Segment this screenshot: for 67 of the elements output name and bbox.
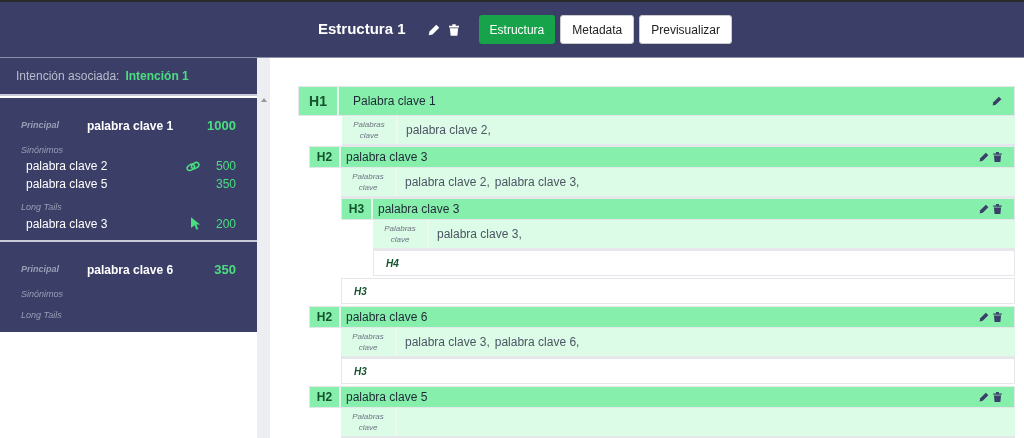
- keyword: palabra clave 3,: [405, 334, 490, 351]
- heading-level: H4: [386, 256, 399, 271]
- structure-title: Estructura 1: [318, 19, 406, 40]
- keywords-label: Palabras clave: [341, 408, 397, 436]
- heading-title: palabra clave 6: [345, 309, 429, 326]
- tab[interactable]: Metadata: [560, 15, 635, 44]
- section-label: Long Tails: [21, 201, 63, 214]
- empty-heading-slot[interactable]: H3: [341, 358, 1015, 384]
- trash-icon[interactable]: [448, 23, 459, 36]
- heading-row[interactable]: H1 Palabra clave 1: [298, 86, 1015, 116]
- heading-row[interactable]: H2 palabra clave 3: [309, 146, 1015, 168]
- heading-title: palabra clave 3: [377, 201, 461, 218]
- heading-title: Palabra clave 1: [352, 93, 437, 110]
- section-label: Sinónimos: [21, 287, 65, 301]
- keyword: palabra clave 2: [26, 158, 109, 175]
- section-label: Long Tails: [21, 309, 63, 322]
- heading-level: H1: [299, 87, 339, 115]
- heading-level: H3: [354, 364, 367, 379]
- keyword: palabra clave 3,: [437, 226, 522, 243]
- section-label: Sinónimos: [21, 143, 65, 157]
- heading-level: H3: [354, 284, 367, 299]
- keywords-label: Palabras clave: [341, 328, 397, 356]
- heading-row[interactable]: H2 palabra clave 5: [309, 386, 1015, 408]
- search-volume: 200: [214, 215, 236, 233]
- keyword: palabra clave 5: [26, 176, 109, 193]
- empty-heading-slot[interactable]: H3: [341, 278, 1015, 304]
- keyword: palabra clave 2,: [406, 122, 491, 139]
- edit-icon[interactable]: [979, 392, 989, 402]
- principal-label: Principal: [21, 263, 60, 276]
- heading-level: H3: [342, 199, 373, 219]
- principal-keyword: palabra clave 1: [87, 117, 175, 135]
- keyword: palabra clave 3,: [494, 174, 580, 191]
- keyword: palabra clave 3: [26, 215, 109, 233]
- keyword: palabra clave 2,: [405, 174, 490, 191]
- edit-icon[interactable]: [992, 96, 1002, 106]
- edit-icon[interactable]: [979, 152, 989, 162]
- keywords-label: Palabras clave: [373, 220, 429, 248]
- trash-icon[interactable]: [993, 312, 1002, 322]
- intent-value: Intención 1: [125, 68, 189, 85]
- trash-icon[interactable]: [993, 152, 1002, 162]
- keywords-label: Palabras clave: [342, 116, 398, 144]
- heading-row[interactable]: H2 palabra clave 6: [309, 306, 1015, 328]
- scrollbar[interactable]: [257, 58, 270, 438]
- keywords-label: Palabras clave: [341, 168, 397, 196]
- intent-label: Intención asociada:: [16, 68, 120, 85]
- principal-keyword: palabra clave 6: [87, 261, 175, 279]
- tab[interactable]: Previsualizar: [639, 15, 732, 44]
- search-volume: 350: [214, 176, 236, 193]
- search-volume: 350: [214, 261, 236, 279]
- heading-title: palabra clave 3: [345, 149, 429, 166]
- trash-icon[interactable]: [993, 392, 1002, 402]
- edit-icon[interactable]: [427, 23, 440, 36]
- keyword: palabra clave 6,: [494, 334, 580, 351]
- empty-heading-slot[interactable]: H4: [373, 250, 1015, 276]
- edit-icon[interactable]: [979, 204, 989, 214]
- search-volume: 1000: [207, 117, 236, 135]
- pointer-icon: [191, 217, 200, 230]
- heading-row[interactable]: H3 palabra clave 3: [341, 198, 1015, 220]
- edit-icon[interactable]: [979, 312, 989, 322]
- heading-level: H2: [310, 307, 341, 327]
- heading-level: H2: [310, 387, 341, 407]
- principal-label: Principal: [21, 119, 60, 132]
- link-icon: [186, 160, 200, 172]
- search-volume: 500: [214, 158, 236, 175]
- trash-icon[interactable]: [993, 204, 1002, 214]
- heading-level: H2: [310, 147, 341, 167]
- heading-title: palabra clave 5: [345, 389, 429, 406]
